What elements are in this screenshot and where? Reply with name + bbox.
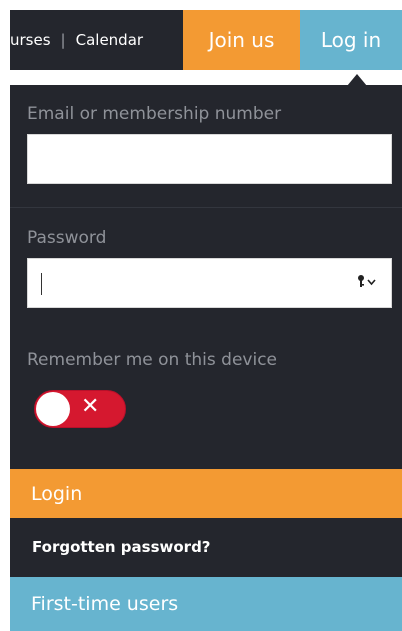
- remember-me-label: Remember me on this device: [27, 350, 277, 370]
- top-navigation: urses | Calendar Join us Log in: [10, 10, 402, 70]
- close-icon: ✕: [81, 394, 100, 419]
- password-field[interactable]: [27, 258, 392, 308]
- key-icon[interactable]: [357, 274, 379, 294]
- login-button[interactable]: Login: [10, 469, 402, 518]
- remember-me-toggle[interactable]: ✕: [34, 390, 126, 428]
- toggle-knob: [36, 392, 70, 426]
- nav-separator: |: [60, 31, 66, 49]
- forgotten-password-link[interactable]: Forgotten password?: [32, 538, 211, 556]
- text-cursor: [41, 273, 42, 295]
- page: urses | Calendar Join us Log in Email or…: [0, 0, 402, 631]
- email-label: Email or membership number: [27, 104, 282, 124]
- email-field[interactable]: [27, 134, 392, 184]
- nav-links: urses | Calendar: [10, 10, 183, 70]
- section-divider: [10, 207, 402, 208]
- nav-link-courses[interactable]: urses: [10, 31, 51, 49]
- first-time-users-button[interactable]: First-time users: [10, 577, 402, 631]
- join-us-button[interactable]: Join us: [183, 10, 300, 70]
- log-in-tab[interactable]: Log in: [300, 10, 402, 70]
- login-panel: Email or membership number Password Reme…: [10, 85, 402, 631]
- nav-link-calendar[interactable]: Calendar: [76, 31, 143, 49]
- key-icon-glyph: [358, 275, 376, 287]
- password-label: Password: [27, 228, 107, 248]
